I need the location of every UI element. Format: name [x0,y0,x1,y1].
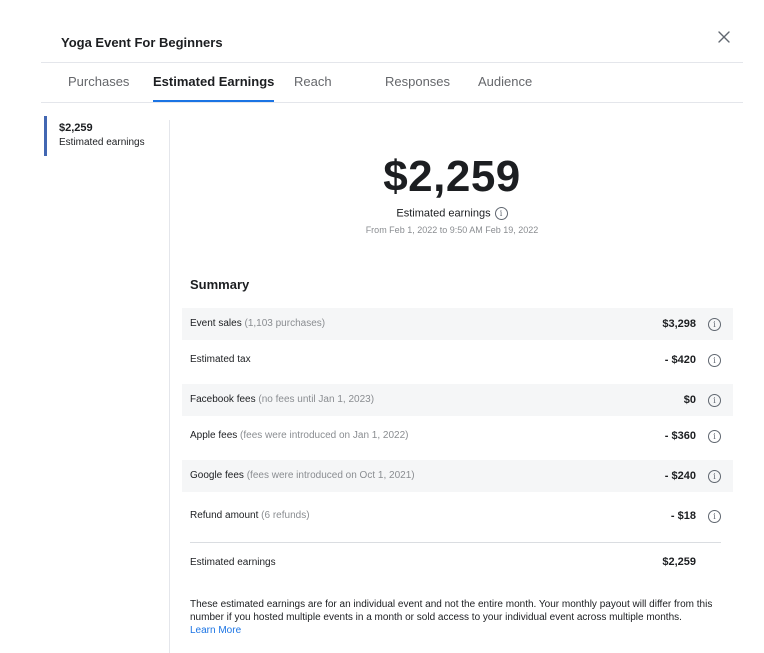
info-icon[interactable]: i [708,318,721,331]
summary-row-apple-fees: Apple fees (fees were introduced on Jan … [182,420,733,452]
summary-row-google-fees: Google fees (fees were introduced on Oct… [182,460,733,492]
row-label-group: Event sales (1,103 purchases) [190,308,325,340]
disclaimer: These estimated earnings are for an indi… [190,598,730,637]
row-label-group: Refund amount (6 refunds) [190,500,310,532]
row-label: Refund amount [190,510,259,521]
row-value: - $240 [664,470,696,482]
close-button[interactable] [714,27,734,47]
info-icon[interactable]: i [708,354,721,367]
row-label: Google fees [190,470,244,481]
total-label: Estimated earnings [190,557,276,568]
row-label: Event sales [190,318,242,329]
tab-audience[interactable]: Audience [478,63,532,101]
row-label: Apple fees [190,430,238,441]
row-value: - $18 [670,510,696,522]
row-note: (fees were introduced on Jan 1, 2022) [240,430,409,441]
learn-more-link[interactable]: Learn More [190,624,730,637]
total-value: $2,259 [662,556,696,568]
page-title: Yoga Event For Beginners [61,35,223,50]
sidebar-label: Estimated earnings [59,137,145,148]
info-icon[interactable]: i [708,470,721,483]
row-label-group: Estimated tax [190,344,251,376]
tab-bar: Purchases Estimated Earnings Reach Respo… [41,63,743,103]
sidebar-item-estimated-earnings[interactable]: $2,259 Estimated earnings [44,116,166,156]
sidebar-active-indicator [44,116,47,156]
earnings-total: $2,259 [383,152,521,201]
row-note: (1,103 purchases) [244,318,326,329]
tabs-divider [41,102,743,103]
summary-row-refund-amount: Refund amount (6 refunds) - $18 i [182,500,733,532]
total-divider [190,542,721,543]
summary-row-event-sales: Event sales (1,103 purchases) $3,298 i [182,308,733,340]
row-note: (no fees until Jan 1, 2023) [258,394,375,405]
row-note: (fees were introduced on Oct 1, 2021) [246,470,415,481]
tab-estimated-earnings[interactable]: Estimated Earnings [153,63,275,103]
earnings-label-group: Estimated earnings i [170,207,734,220]
tab-purchases[interactable]: Purchases [68,63,129,101]
tab-reach[interactable]: Reach [294,63,332,101]
date-range: From Feb 1, 2022 to 9:50 AM Feb 19, 2022 [365,225,539,235]
earnings-label: Estimated earnings [396,207,491,220]
disclaimer-text: These estimated earnings are for an indi… [190,599,713,623]
info-icon[interactable]: i [708,394,721,407]
tab-responses[interactable]: Responses [385,63,450,101]
info-icon[interactable]: i [708,430,721,443]
summary-row-facebook-fees: Facebook fees (no fees until Jan 1, 2023… [182,384,733,416]
row-label: Estimated tax [190,354,251,365]
row-label-group: Facebook fees (no fees until Jan 1, 2023… [190,384,374,416]
row-value: - $420 [664,354,696,366]
row-value: $3,298 [662,318,696,330]
row-value: - $360 [664,430,696,442]
info-icon[interactable]: i [494,207,508,220]
row-label-group: Google fees (fees were introduced on Oct… [190,460,415,492]
sidebar-amount: $2,259 [59,122,93,134]
row-note: (6 refunds) [261,510,310,521]
summary-row-estimated-tax: Estimated tax - $420 i [182,344,733,376]
info-icon[interactable]: i [708,510,721,523]
row-label-group: Apple fees (fees were introduced on Jan … [190,420,408,452]
row-value: $0 [683,394,696,406]
summary-title: Summary [190,277,250,292]
row-label: Facebook fees [190,394,256,405]
close-icon [718,31,730,43]
